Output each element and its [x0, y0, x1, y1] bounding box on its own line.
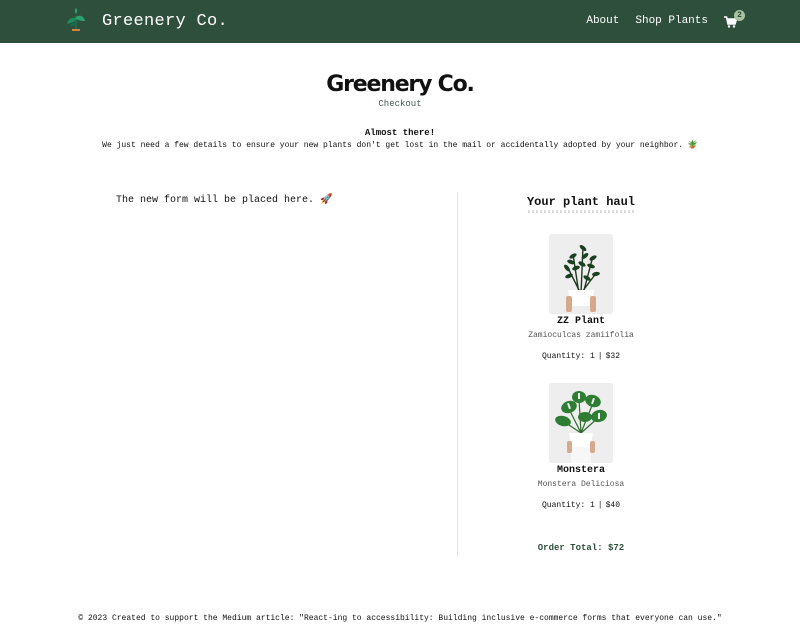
item-scientific-name: Zamioculcas zamiifolia [528, 331, 634, 340]
item-quantity-price: Quantity: 1 | $40 [541, 501, 621, 510]
brand-name: Greenery Co. [102, 11, 229, 31]
item-quantity-price: Quantity: 1 | $32 [541, 352, 621, 361]
form-placeholder: The new form will be placed here. 🚀 [116, 195, 333, 206]
item-name: Monstera [556, 465, 605, 476]
zz-plant-image [549, 234, 613, 314]
cart-item: ZZ Plant Zamioculcas zamiifolia Quantity… [481, 234, 681, 362]
page-subtitle: Checkout [378, 99, 422, 109]
nav-links: About Shop Plants 2 [570, 10, 745, 30]
page-title: Greenery Co. [326, 72, 475, 97]
plant-logo-icon [67, 8, 85, 31]
cart-item: Monstera Monstera Deliciosa Quantity: 1 |… [481, 383, 681, 511]
intro-heading: Almost there! [364, 128, 436, 138]
item-quantity: Quantity: 1 [541, 501, 595, 510]
cart-button[interactable]: 2 [724, 10, 745, 29]
top-nav: Greenery Co. About Shop Plants 2 [0, 0, 800, 43]
item-quantity: Quantity: 1 [541, 352, 595, 361]
brand-home-link[interactable]: Greenery Co. [64, 8, 228, 34]
nav-link-shop-plants[interactable]: Shop Plants [635, 12, 708, 30]
cart-count-badge: 2 [734, 10, 745, 21]
item-price: $32 [605, 352, 621, 361]
item-name: ZZ Plant [556, 316, 605, 327]
item-scientific-name: Monstera Deliciosa [537, 480, 625, 489]
column-divider [457, 192, 458, 556]
footer-text: © 2023 Created to support the Medium art… [78, 614, 722, 623]
intro-text: We just need a few details to ensure you… [102, 141, 698, 150]
nav-link-about[interactable]: About [586, 12, 619, 30]
haul-title-underline [528, 210, 634, 213]
order-total: Order Total: $72 [537, 543, 625, 553]
monstera-image [549, 383, 613, 463]
haul-title: Your plant haul [526, 195, 636, 209]
item-price: $40 [605, 501, 621, 510]
